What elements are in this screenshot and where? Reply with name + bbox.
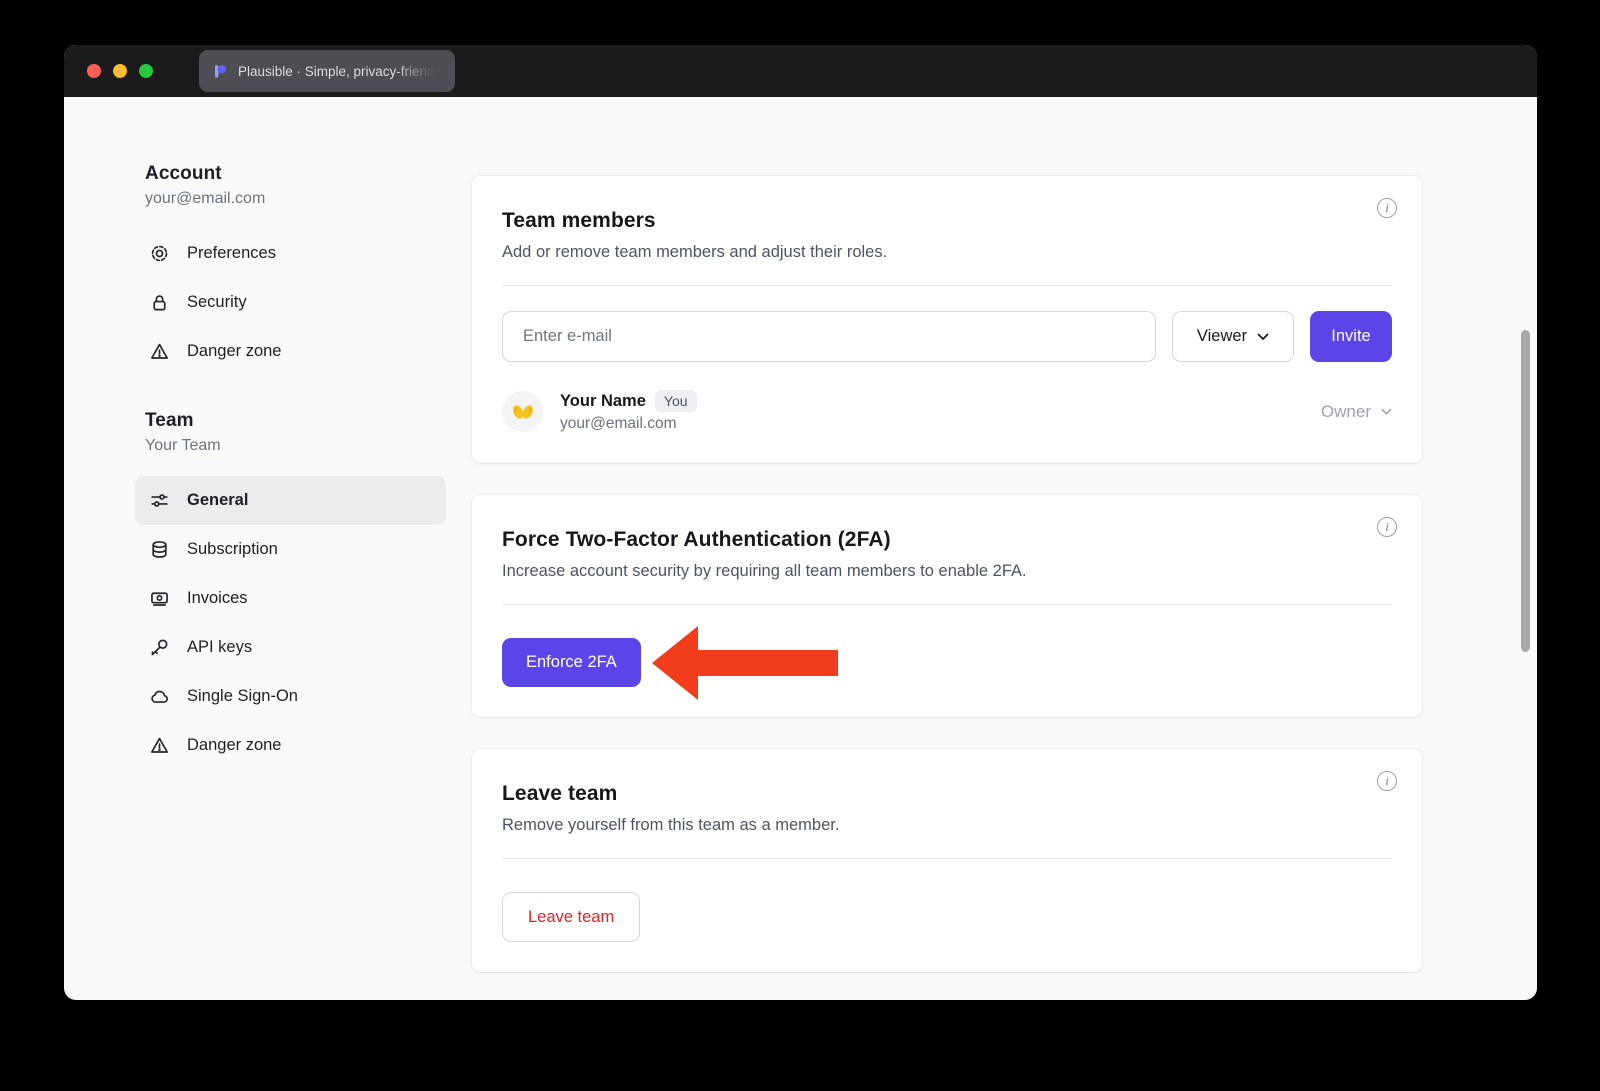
invite-form: Viewer Invite <box>502 311 1392 362</box>
invite-button[interactable]: Invite <box>1310 311 1392 362</box>
member-email: your@email.com <box>560 415 697 433</box>
sliders-icon <box>149 490 170 511</box>
team-nav-list: General Subscription I <box>145 476 465 770</box>
divider <box>502 858 1392 859</box>
you-badge: You <box>655 390 697 412</box>
info-icon[interactable]: i <box>1377 771 1397 791</box>
sidebar-item-preferences[interactable]: Preferences <box>135 229 446 278</box>
info-icon[interactable]: i <box>1377 198 1397 218</box>
settings-sidebar: Account your@email.com Preferences Secur… <box>145 163 465 770</box>
card-subtitle: Remove yourself from this team as a memb… <box>502 816 1392 835</box>
sidebar-item-general[interactable]: General <box>135 476 446 525</box>
member-name: Your Name <box>560 392 646 411</box>
sidebar-item-label: General <box>187 491 248 510</box>
sidebar-item-single-sign-on[interactable]: Single Sign-On <box>135 672 446 721</box>
database-icon <box>149 539 170 560</box>
browser-window: Plausible · Simple, privacy-friend Accou… <box>64 45 1537 1000</box>
cloud-icon <box>149 686 170 707</box>
zoom-window-button[interactable] <box>139 64 153 78</box>
team-name: Your Team <box>145 437 465 455</box>
settings-main: i Team members Add or remove team member… <box>472 176 1422 972</box>
sidebar-item-danger-zone-team[interactable]: Danger zone <box>135 721 446 770</box>
page-content: Account your@email.com Preferences Secur… <box>64 97 1537 1000</box>
lock-icon <box>149 292 170 313</box>
card-subtitle: Increase account security by requiring a… <box>502 562 1392 581</box>
account-nav-list: Preferences Security Danger zone <box>145 229 465 376</box>
sidebar-item-label: Subscription <box>187 540 278 559</box>
avatar <box>502 391 543 432</box>
leave-team-card: i Leave team Remove yourself from this t… <box>472 749 1422 972</box>
member-role-value: Owner <box>1321 402 1371 422</box>
red-arrow-annotation-icon <box>650 625 838 701</box>
minimize-window-button[interactable] <box>113 64 127 78</box>
card-title: Leave team <box>502 782 1392 806</box>
browser-tab[interactable]: Plausible · Simple, privacy-friend <box>199 50 455 92</box>
card-subtitle: Add or remove team members and adjust th… <box>502 243 1392 262</box>
close-window-button[interactable] <box>87 64 101 78</box>
chevron-down-icon <box>1257 333 1269 341</box>
tab-title: Plausible · Simple, privacy-friend <box>238 64 434 79</box>
info-icon[interactable]: i <box>1377 517 1397 537</box>
sidebar-item-danger-zone-account[interactable]: Danger zone <box>135 327 446 376</box>
enforce-2fa-button[interactable]: Enforce 2FA <box>502 638 641 687</box>
sidebar-item-subscription[interactable]: Subscription <box>135 525 446 574</box>
account-heading: Account <box>145 163 465 185</box>
sidebar-item-label: Preferences <box>187 244 276 263</box>
card-title: Team members <box>502 209 1392 233</box>
leave-team-button[interactable]: Leave team <box>502 892 640 942</box>
member-role-select[interactable]: Owner <box>1321 402 1392 422</box>
member-meta: Your Name You your@email.com <box>560 390 697 433</box>
team-heading: Team <box>145 410 465 432</box>
card-title: Force Two-Factor Authentication (2FA) <box>502 528 1392 552</box>
sidebar-item-security[interactable]: Security <box>135 278 446 327</box>
account-email: your@email.com <box>145 190 465 208</box>
sidebar-item-invoices[interactable]: Invoices <box>135 574 446 623</box>
warning-icon <box>149 735 170 756</box>
banknote-icon <box>149 588 170 609</box>
chevron-down-icon <box>1381 408 1392 416</box>
traffic-lights <box>64 64 153 78</box>
open-hands-avatar-icon <box>510 402 536 421</box>
plausible-logo-icon <box>211 62 229 80</box>
window-titlebar: Plausible · Simple, privacy-friend <box>64 45 1537 97</box>
sidebar-item-label: API keys <box>187 638 252 657</box>
enforce-2fa-row: Enforce 2FA <box>502 638 1392 687</box>
sidebar-item-label: Danger zone <box>187 736 281 755</box>
sidebar-item-label: Invoices <box>187 589 248 608</box>
divider <box>502 604 1392 605</box>
role-select-value: Viewer <box>1197 327 1247 346</box>
page-scrollbar[interactable] <box>1521 330 1530 652</box>
key-icon <box>149 637 170 658</box>
sidebar-item-api-keys[interactable]: API keys <box>135 623 446 672</box>
team-members-card: i Team members Add or remove team member… <box>472 176 1422 463</box>
role-select[interactable]: Viewer <box>1172 311 1294 362</box>
member-row: Your Name You your@email.com Owner <box>502 390 1392 433</box>
sidebar-item-label: Security <box>187 293 247 312</box>
force-2fa-card: i Force Two-Factor Authentication (2FA) … <box>472 495 1422 717</box>
sidebar-item-label: Single Sign-On <box>187 687 298 706</box>
gear-icon <box>149 243 170 264</box>
divider <box>502 285 1392 286</box>
sidebar-item-label: Danger zone <box>187 342 281 361</box>
warning-icon <box>149 341 170 362</box>
invite-email-input[interactable] <box>502 311 1156 362</box>
